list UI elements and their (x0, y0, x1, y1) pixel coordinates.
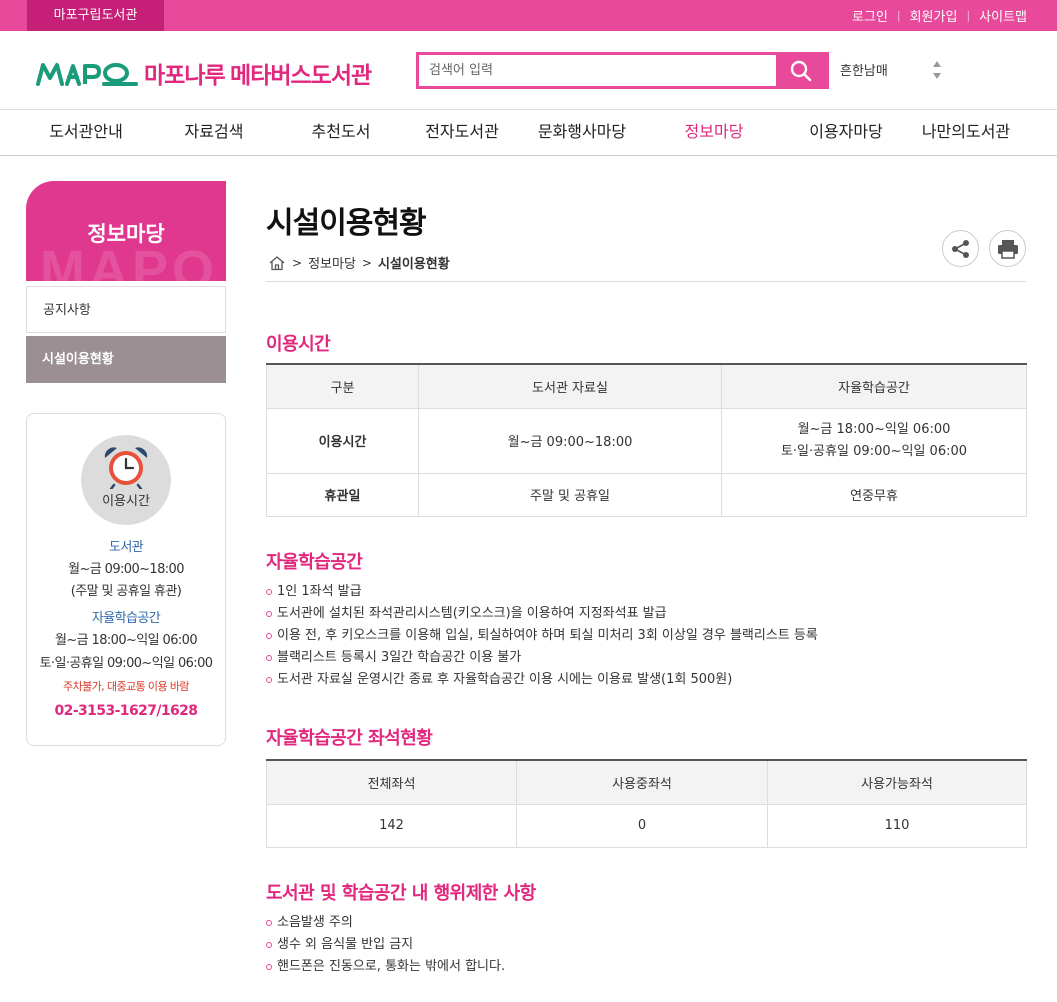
clock-badge: 이용시간 (81, 435, 171, 525)
total-seats-value: 142 (266, 804, 517, 848)
table-header: 구분 (266, 363, 419, 409)
row-label: 휴관일 (266, 473, 419, 517)
study-hours-cell: 월~금 18:00~익일 06:00 토·일·공휴일 09:00~익일 06:0… (721, 408, 1027, 474)
utility-links: 로그인 | 회원가입 | 사이트맵 (852, 0, 1027, 31)
table-row: 휴관일 주말 및 공휴일 연중무휴 (266, 473, 1027, 517)
up-down-arrows-icon[interactable] (931, 58, 943, 82)
hours-section-title: 이용시간 (266, 334, 331, 355)
list-item: 도서관에 설치된 좌석관리시스템(키오스크)을 이용하여 지정좌석표 발급 (266, 603, 818, 625)
print-button[interactable] (989, 230, 1026, 267)
nav-information[interactable]: 정보마당 (685, 110, 744, 156)
library-closed-note: (주말 및 공휴일 휴관) (70, 584, 182, 599)
share-button[interactable] (942, 230, 979, 267)
site-header: 마포나루 메타버스도서관 흔한남매 (0, 31, 1057, 110)
study-hours-title: 자율학습공간 (91, 611, 161, 626)
printer-icon (997, 239, 1018, 259)
mapo-logo-icon (36, 63, 138, 86)
separator: | (966, 9, 971, 22)
signup-link[interactable]: 회원가입 (910, 6, 958, 25)
nav-users[interactable]: 이용자마당 (809, 110, 883, 156)
search-button[interactable] (776, 55, 826, 86)
breadcrumb-current: 시설이용현황 (377, 257, 450, 272)
list-item: 소음발생 주의 (266, 912, 505, 934)
rules-section-title: 도서관 및 학습공간 내 행위제한 사항 (266, 883, 536, 904)
title-divider (266, 281, 1026, 282)
study-section-title: 자율학습공간 (266, 552, 363, 573)
alarm-clock-icon (104, 447, 148, 489)
list-item: 핸드폰은 진동으로, 통화는 밖에서 합니다. (266, 956, 505, 978)
table-row: 142 0 110 (266, 804, 1027, 848)
nav-library-info[interactable]: 도서관안내 (49, 110, 123, 156)
list-item: 1인 1좌석 발급 (266, 581, 818, 603)
list-item: 도서관 자료실 운영시간 종료 후 자율학습공간 이용 시에는 이용료 발생(1… (266, 669, 818, 691)
breadcrumb-item-info[interactable]: 정보마당 (308, 253, 356, 272)
seats-section-title: 자율학습공간 좌석현황 (266, 728, 433, 749)
hours-table: 구분 도서관 자료실 자율학습공간 이용시간 월~금 09:00~18:00 월… (266, 363, 1027, 517)
study-hours-line: 월~금 18:00~익일 06:00 (797, 421, 951, 437)
top-utility-bar: 마포구립도서관 로그인 | 회원가입 | 사이트맵 (0, 0, 1057, 31)
nav-culture-events[interactable]: 문화행사마당 (538, 110, 626, 156)
nav-search[interactable]: 자료검색 (185, 110, 244, 156)
search-box (416, 52, 829, 89)
breadcrumb-arrow: > (292, 255, 303, 270)
phone-number: 02-3153-1627/1628 (54, 703, 199, 719)
share-icon (951, 239, 969, 258)
parking-note: 주차불가, 대중교통 이용 바람 (63, 680, 189, 693)
list-item: 이용 전, 후 키오스크를 이용해 입실, 퇴실하여야 하며 퇴실 미처리 3회… (266, 625, 818, 647)
sidebar-item-facility-status[interactable]: 시설이용현황 (26, 336, 226, 383)
search-input[interactable] (419, 55, 776, 86)
used-seats-value: 0 (516, 804, 768, 848)
library-site-tab[interactable]: 마포구립도서관 (27, 0, 164, 31)
table-header: 도서관 자료실 (418, 363, 722, 409)
library-closed-cell: 주말 및 공휴일 (418, 473, 722, 517)
seats-table: 전체좌석 사용중좌석 사용가능좌석 142 0 110 (266, 759, 1027, 848)
study-closed-cell: 연중무휴 (721, 473, 1027, 517)
nav-recommended[interactable]: 추천도서 (312, 110, 371, 156)
hours-info-box: 이용시간 도서관 월~금 09:00~18:00 (주말 및 공휴일 휴관) 자… (26, 413, 226, 746)
list-item: 블랙리스트 등록시 3일간 학습공간 이용 불가 (266, 647, 818, 669)
breadcrumb: > 정보마당 > 시설이용현황 (268, 253, 450, 272)
available-seats-value: 110 (767, 804, 1027, 848)
home-icon[interactable] (268, 255, 286, 271)
sitemap-link[interactable]: 사이트맵 (979, 6, 1027, 25)
table-row: 이용시간 월~금 09:00~18:00 월~금 18:00~익일 06:00 … (266, 408, 1027, 474)
clock-label: 이용시간 (102, 494, 150, 509)
row-label: 이용시간 (266, 408, 419, 474)
list-item: 생수 외 음식물 반입 금지 (266, 934, 505, 956)
table-header: 사용가능좌석 (767, 759, 1027, 805)
separator: | (896, 9, 901, 22)
library-hours-text: 월~금 09:00~18:00 (68, 562, 184, 577)
study-hours-line: 토·일·공휴일 09:00~익일 06:00 (780, 443, 968, 459)
login-link[interactable]: 로그인 (852, 6, 888, 25)
nav-my-library[interactable]: 나만의도서관 (922, 110, 1010, 156)
sidebar-title: 정보마당 (87, 222, 165, 246)
conduct-rules-list: 소음발생 주의 생수 외 음식물 반입 금지 핸드폰은 진동으로, 통화는 밖에… (266, 912, 505, 978)
breadcrumb-arrow: > (361, 255, 372, 270)
library-hours-cell: 월~금 09:00~18:00 (418, 408, 722, 474)
table-header: 자율학습공간 (721, 363, 1027, 409)
library-hours-title: 도서관 (108, 540, 144, 555)
table-header: 전체좌석 (266, 759, 517, 805)
sidebar-item-notice[interactable]: 공지사항 (26, 286, 226, 333)
study-hours-weekend: 토·일·공휴일 09:00~익일 06:00 (39, 656, 213, 671)
search-icon (790, 60, 812, 81)
branch-selector-label[interactable]: 흔한남매 (840, 60, 888, 79)
sidebar-header: MAPO 정보마당 (26, 181, 226, 281)
site-logo[interactable]: 마포나루 메타버스도서관 (36, 56, 372, 90)
study-hours-weekday: 월~금 18:00~익일 06:00 (54, 633, 198, 648)
page-title: 시설이용현황 (266, 206, 427, 241)
logo-title: 마포나루 메타버스도서관 (144, 62, 372, 88)
nav-e-library[interactable]: 전자도서관 (425, 110, 499, 156)
study-rules-list: 1인 1좌석 발급 도서관에 설치된 좌석관리시스템(키오스크)을 이용하여 지… (266, 581, 818, 691)
main-navigation: 도서관안내 자료검색 추천도서 전자도서관 문화행사마당 정보마당 이용자마당 … (0, 110, 1057, 156)
table-header: 사용중좌석 (516, 759, 768, 805)
